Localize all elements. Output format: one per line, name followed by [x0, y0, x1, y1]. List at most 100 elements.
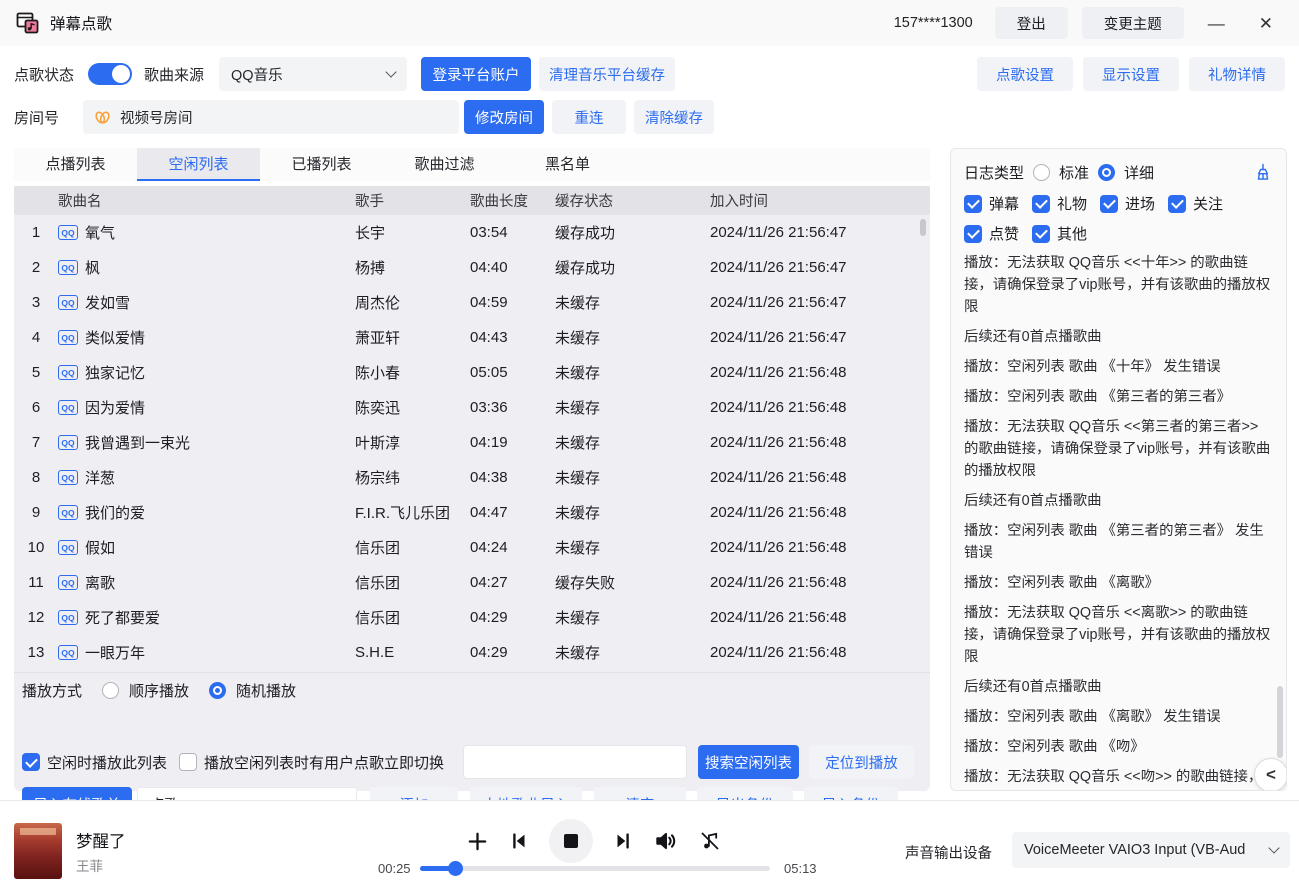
switch-on-request-label[interactable]: 播放空闲列表时有用户点歌立即切换	[204, 752, 444, 773]
filter-点赞[interactable]: 点赞	[964, 223, 1019, 244]
song-artist: 信乐团	[355, 537, 470, 558]
button-点歌设置[interactable]: 点歌设置	[977, 57, 1073, 91]
log-entry: 播放：空闲列表 歌曲 《第三者的第三者》 发生错误	[964, 520, 1273, 564]
song-name: 死了都要爱	[85, 607, 160, 628]
song-name: 类似爱情	[85, 327, 145, 348]
play-idle-label[interactable]: 空闲时播放此列表	[47, 752, 167, 773]
table-row[interactable]: 6 QQ 因为爱情 陈奕迅 03:36 未缓存 2024/11/26 21:56…	[14, 390, 930, 425]
table-row[interactable]: 10 QQ 假如 信乐团 04:24 未缓存 2024/11/26 21:56:…	[14, 530, 930, 565]
modify-room-button[interactable]: 修改房间	[464, 100, 544, 134]
room-input[interactable]: 视频号房间	[83, 100, 459, 134]
mode-sequential-label[interactable]: 顺序播放	[129, 680, 189, 701]
log-filters: 弹幕 礼物 进场 关注 点赞 其他	[964, 193, 1273, 244]
filter-checkbox[interactable]	[1168, 195, 1186, 213]
song-name: 我曾遇到一束光	[85, 432, 190, 453]
qq-music-source-icon: QQ	[58, 225, 78, 240]
tab-黑名单[interactable]: 黑名单	[506, 148, 629, 181]
button-礼物详情[interactable]: 礼物详情	[1189, 57, 1285, 91]
lyrics-off-icon[interactable]	[698, 829, 722, 853]
table-row[interactable]: 9 QQ 我们的爱 F.I.R.飞儿乐团 04:47 未缓存 2024/11/2…	[14, 495, 930, 530]
song-name: 一眼万年	[85, 642, 145, 663]
filter-弹幕[interactable]: 弹幕	[964, 193, 1019, 214]
checkbox-switch-on-request[interactable]	[179, 753, 197, 771]
room-value: 视频号房间	[120, 107, 193, 128]
song-name: 洋葱	[85, 467, 115, 488]
checkbox-play-idle[interactable]	[22, 753, 40, 771]
mode-random-label[interactable]: 随机播放	[236, 680, 296, 701]
table-row[interactable]: 12 QQ 死了都要爱 信乐团 04:29 未缓存 2024/11/26 21:…	[14, 600, 930, 635]
song-name: 枫	[85, 257, 100, 278]
table-scrollbar[interactable]	[920, 219, 926, 236]
filter-关注[interactable]: 关注	[1168, 193, 1223, 214]
song-artist: 杨宗纬	[355, 467, 470, 488]
clear-cache-button[interactable]: 清除缓存	[634, 100, 714, 134]
filter-checkbox[interactable]	[1032, 195, 1050, 213]
clean-platform-cache-button[interactable]: 清理音乐平台缓存	[539, 57, 675, 91]
table-row[interactable]: 3 QQ 发如雪 周杰伦 04:59 未缓存 2024/11/26 21:56:…	[14, 285, 930, 320]
tab-点播列表[interactable]: 点播列表	[14, 148, 137, 181]
filter-礼物[interactable]: 礼物	[1032, 193, 1087, 214]
audio-output-select[interactable]: VoiceMeeter VAIO3 Input (VB-Aud	[1012, 832, 1290, 868]
play-mode-row: 播放方式 顺序播放 随机播放	[22, 678, 296, 702]
total-time: 05:13	[784, 861, 817, 876]
progress-thumb[interactable]	[448, 861, 463, 876]
tab-已播列表[interactable]: 已播列表	[260, 148, 383, 181]
table-row[interactable]: 13 QQ 一眼万年 S.H.E 04:29 未缓存 2024/11/26 21…	[14, 635, 930, 670]
stop-square	[564, 834, 578, 848]
login-platform-button[interactable]: 登录平台账户	[421, 57, 531, 91]
table-row[interactable]: 2 QQ 枫 杨搏 04:40 缓存成功 2024/11/26 21:56:47	[14, 250, 930, 285]
filter-checkbox[interactable]	[964, 225, 982, 243]
table-row[interactable]: 1 QQ 氧气 长宇 03:54 缓存成功 2024/11/26 21:56:4…	[14, 215, 930, 250]
idle-list-card: 歌曲名 歌手 歌曲长度 缓存状态 加入时间 1 QQ 氧气 长宇 03:54 缓…	[14, 186, 930, 791]
button-显示设置[interactable]: 显示设置	[1083, 57, 1179, 91]
radio-sequential[interactable]	[102, 682, 119, 699]
logout-button[interactable]: 登出	[995, 7, 1068, 39]
tab-空闲列表[interactable]: 空闲列表	[137, 148, 260, 181]
table-row[interactable]: 7 QQ 我曾遇到一束光 叶斯淳 04:19 未缓存 2024/11/26 21…	[14, 425, 930, 460]
clear-log-broom-icon[interactable]	[1253, 162, 1273, 182]
song-length: 04:27	[470, 574, 555, 591]
progress-track[interactable]	[420, 866, 770, 871]
cache-status: 未缓存	[555, 362, 710, 383]
locate-playing-button[interactable]: 定位到播放	[809, 745, 914, 779]
minimize-icon[interactable]: —	[1198, 13, 1235, 34]
song-length: 04:29	[470, 644, 555, 661]
add-song-icon[interactable]	[466, 830, 489, 853]
filter-checkbox[interactable]	[1100, 195, 1118, 213]
song-length: 04:19	[470, 434, 555, 451]
table-row[interactable]: 8 QQ 洋葱 杨宗纬 04:38 未缓存 2024/11/26 21:56:4…	[14, 460, 930, 495]
idle-search-input[interactable]	[463, 745, 687, 779]
row-index: 9	[14, 504, 58, 521]
table-row[interactable]: 4 QQ 类似爱情 萧亚轩 04:43 未缓存 2024/11/26 21:56…	[14, 320, 930, 355]
table-row[interactable]: 11 QQ 离歌 信乐团 04:27 缓存失败 2024/11/26 21:56…	[14, 565, 930, 600]
collapse-log-button[interactable]: <	[1254, 758, 1287, 791]
next-track-icon[interactable]	[612, 830, 634, 852]
log-detailed-label[interactable]: 详细	[1124, 162, 1154, 183]
filter-其他[interactable]: 其他	[1032, 223, 1087, 244]
search-idle-list-button[interactable]: 搜索空闲列表	[698, 745, 799, 779]
reconnect-button[interactable]: 重连	[552, 100, 626, 134]
radio-log-detailed[interactable]	[1098, 164, 1115, 181]
cache-status: 缓存成功	[555, 222, 710, 243]
log-standard-label[interactable]: 标准	[1059, 162, 1089, 183]
radio-random[interactable]	[209, 682, 226, 699]
log-entry: 播放：空闲列表 歌曲 《第三者的第三者》	[964, 386, 1273, 408]
source-select[interactable]: QQ音乐	[219, 57, 407, 91]
chevron-down-icon	[1268, 842, 1279, 853]
tab-歌曲过滤[interactable]: 歌曲过滤	[383, 148, 506, 181]
change-theme-button[interactable]: 变更主题	[1082, 7, 1184, 39]
log-scrollbar[interactable]	[1277, 686, 1283, 758]
header-artist: 歌手	[355, 190, 470, 211]
song-length: 04:40	[470, 259, 555, 276]
filter-进场[interactable]: 进场	[1100, 193, 1155, 214]
filter-checkbox[interactable]	[1032, 225, 1050, 243]
previous-track-icon[interactable]	[508, 830, 530, 852]
stop-icon[interactable]	[549, 819, 593, 863]
row-index: 5	[14, 364, 58, 381]
table-row[interactable]: 5 QQ 独家记忆 陈小春 05:05 未缓存 2024/11/26 21:56…	[14, 355, 930, 390]
song-status-toggle[interactable]	[88, 63, 132, 85]
volume-icon[interactable]	[653, 828, 679, 854]
radio-log-standard[interactable]	[1033, 164, 1050, 181]
filter-checkbox[interactable]	[964, 195, 982, 213]
close-icon[interactable]: ✕	[1249, 13, 1283, 34]
